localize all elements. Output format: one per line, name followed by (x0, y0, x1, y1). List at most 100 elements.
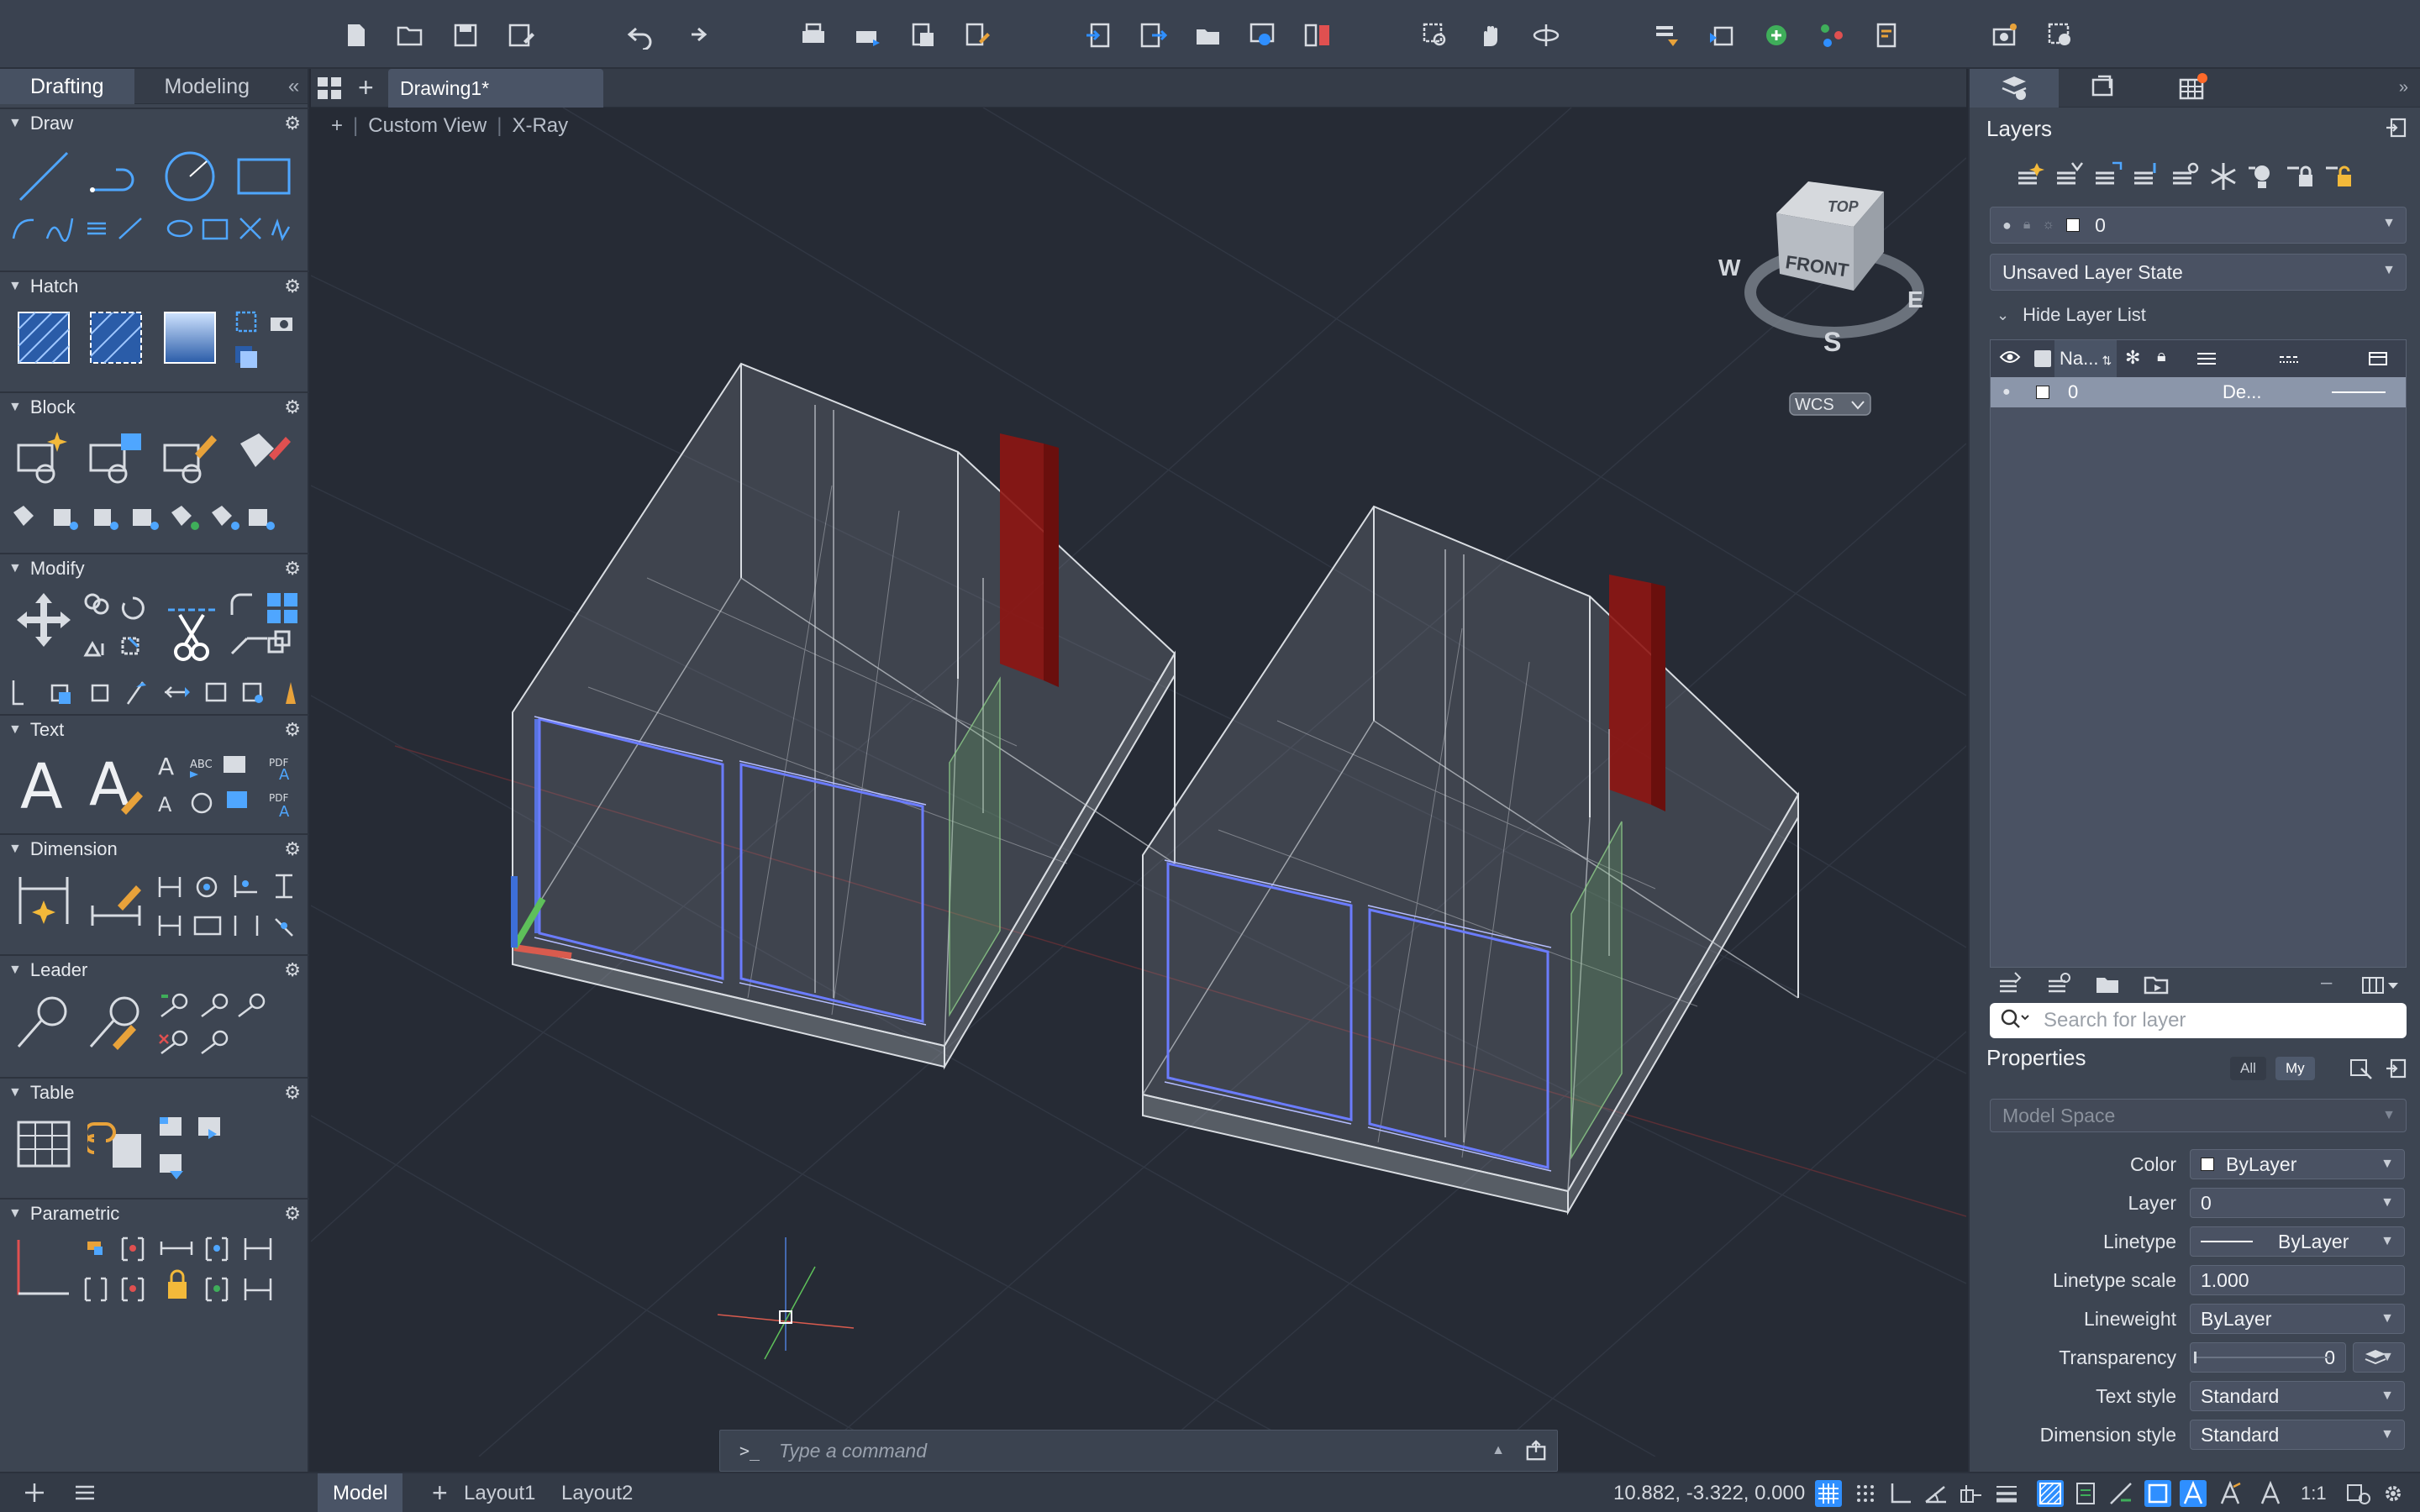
quick-dimension-icon[interactable] (15, 872, 72, 929)
panel-detach-icon[interactable] (2385, 1058, 2408, 1080)
import-icon[interactable] (1082, 18, 1116, 52)
block-small-tools-icon[interactable] (8, 501, 286, 534)
tab-sheet-set-icon[interactable] (2148, 69, 2237, 108)
command-history-chevron-up-icon[interactable]: ▲ (1481, 1443, 1515, 1458)
gear-icon[interactable]: ⚙ (284, 838, 301, 860)
page-setup-icon[interactable] (906, 18, 939, 52)
move-tool-icon[interactable] (15, 591, 72, 648)
layer-match-icon[interactable] (2129, 160, 2163, 193)
object-type-dropdown[interactable]: Model Space ▼ (1990, 1099, 2407, 1132)
insert-block-icon[interactable] (87, 428, 145, 486)
gear-icon[interactable] (2380, 1480, 2407, 1507)
layer-color-swatch[interactable] (2036, 386, 2049, 399)
color-dropdown[interactable]: ByLayer ▼ (2190, 1149, 2405, 1179)
collapse-triangle-icon[interactable]: ▼ (8, 722, 22, 738)
compass-e-label[interactable]: E (1907, 286, 1923, 312)
column-lock-icon[interactable]: 🔒︎ (2157, 347, 2166, 366)
linear-dimension-icon[interactable] (87, 872, 145, 929)
gear-icon[interactable]: ⚙ (284, 276, 301, 297)
layer-dropdown[interactable]: 0 ▼ (2190, 1188, 2405, 1218)
gear-icon[interactable]: ⚙ (284, 959, 301, 981)
multileader-style-icon[interactable] (87, 993, 145, 1050)
save-as-icon[interactable] (504, 18, 538, 52)
leader-small-tools-icon[interactable] (156, 988, 266, 1063)
render-settings-icon[interactable] (2044, 18, 2077, 52)
gear-icon[interactable]: ⚙ (284, 558, 301, 580)
auto-scale-icon[interactable] (2217, 1480, 2244, 1507)
filter-my-button[interactable]: My (2275, 1057, 2315, 1080)
collapse-triangle-icon[interactable]: ▼ (8, 963, 22, 978)
drawing-viewport[interactable]: TOP FRONT W E S WCS + | Custom View | X-… (311, 108, 1966, 1457)
layer-isolate-icon[interactable] (2168, 160, 2202, 193)
layer-unlock-icon[interactable] (2323, 160, 2356, 193)
xref-icon[interactable] (1760, 18, 1793, 52)
layout-list-icon[interactable] (72, 1480, 97, 1505)
collapse-triangle-icon[interactable]: ▼ (8, 1206, 22, 1221)
panel-expand-chevron-icon[interactable]: » (2399, 78, 2408, 97)
building-model-1[interactable] (512, 362, 1176, 1070)
column-name-header[interactable]: Na... ⇅ (2054, 340, 2117, 377)
collapse-triangle-icon[interactable]: ▼ (8, 842, 22, 857)
transparency-toggle-icon[interactable] (2037, 1480, 2064, 1507)
gear-icon[interactable]: ⚙ (284, 1082, 301, 1104)
column-freeze-icon[interactable]: ✻ (2125, 347, 2140, 369)
tab-drawing1[interactable]: Drawing1* (388, 69, 603, 108)
compass-s-label[interactable]: S (1823, 327, 1841, 357)
single-line-text-icon[interactable]: A (87, 749, 145, 816)
slider-thumb[interactable] (2194, 1352, 2196, 1363)
network-icon[interactable] (1815, 18, 1849, 52)
layer-previous-icon[interactable] (1704, 18, 1738, 52)
multiline-text-icon[interactable]: A (15, 749, 72, 816)
open-folder-icon[interactable] (2094, 971, 2121, 998)
new-layer-frozen-icon[interactable] (2052, 160, 2086, 193)
parametric-small-tools-icon[interactable] (81, 1231, 302, 1307)
boundary-tool-icon[interactable] (161, 309, 218, 366)
publish-icon[interactable] (960, 18, 993, 52)
command-input[interactable] (779, 1436, 1481, 1466)
layer-properties-icon[interactable] (1650, 18, 1684, 52)
dimension-style-dropdown[interactable]: Standard ▼ (2190, 1420, 2405, 1450)
table-row[interactable]: ● 0 De... (1991, 377, 2406, 407)
sheet-set-icon[interactable] (1870, 18, 1904, 52)
modify-grid-a-icon[interactable] (81, 590, 156, 665)
layer-filters-icon[interactable] (2045, 971, 2072, 998)
gear-icon[interactable]: ⚙ (284, 396, 301, 418)
gear-icon[interactable]: ⚙ (284, 719, 301, 741)
linetype-scale-field[interactable]: 1.000 (2190, 1265, 2405, 1295)
column-on-eye-icon[interactable] (1999, 349, 2021, 370)
render-icon[interactable] (1988, 18, 2022, 52)
tab-modeling[interactable]: Modeling (134, 69, 280, 104)
tab-drafting[interactable]: Drafting (0, 69, 134, 104)
pan-icon[interactable] (1474, 18, 1507, 52)
line-tool-icon[interactable] (15, 148, 72, 205)
linetype-dropdown[interactable]: ByLayer ▼ (2190, 1226, 2405, 1257)
text-style-dropdown[interactable]: Standard ▼ (2190, 1381, 2405, 1411)
hide-layer-list-toggle[interactable]: ⌄ Hide Layer List (1990, 304, 2146, 326)
attach-icon[interactable] (1192, 18, 1225, 52)
rectangle-tool-icon[interactable] (235, 148, 292, 205)
annotation-visibility-icon[interactable] (2180, 1480, 2207, 1507)
viewport-scale-icon[interactable] (2144, 1480, 2171, 1507)
layer-properties-manager-icon[interactable] (1996, 971, 2023, 998)
start-tab-grid-icon[interactable] (316, 76, 343, 101)
gear-icon[interactable]: ⚙ (284, 1203, 301, 1225)
isolate-objects-icon[interactable] (2344, 1480, 2371, 1507)
wcs-label[interactable]: WCS (1795, 396, 1834, 414)
layer-on-bulb-icon[interactable]: ● (2002, 385, 2011, 400)
lineweight-dropdown[interactable]: ByLayer ▼ (2190, 1304, 2405, 1334)
command-share-icon[interactable] (1515, 1436, 1557, 1466)
add-layout-plus-icon[interactable] (22, 1480, 47, 1505)
save-icon[interactable] (449, 18, 482, 52)
undo-icon[interactable] (623, 18, 657, 52)
collapse-triangle-icon[interactable]: ▼ (8, 561, 22, 576)
object-snap-icon[interactable] (1958, 1480, 1985, 1507)
panel-detach-icon[interactable] (2385, 116, 2408, 139)
ortho-mode-icon[interactable] (1887, 1480, 1914, 1507)
tab-blocks-icon[interactable] (2059, 69, 2148, 108)
collapse-triangle-icon[interactable]: ▼ (8, 1085, 22, 1100)
command-prompt-icon[interactable]: >_ (720, 1441, 779, 1461)
collapse-palette-button[interactable]: « (280, 69, 308, 103)
tab-model[interactable]: Model (318, 1473, 403, 1512)
annotation-scale-value[interactable]: 1:1 (2301, 1473, 2327, 1512)
layer-state-dropdown[interactable]: Unsaved Layer State ▼ (1990, 254, 2407, 291)
